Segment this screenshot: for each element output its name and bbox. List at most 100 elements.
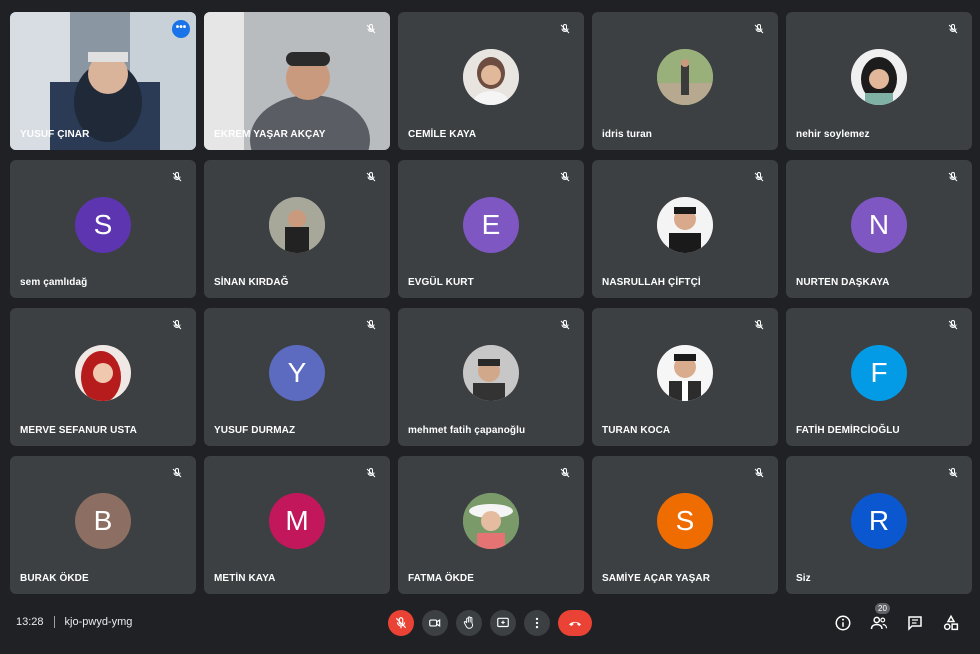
avatar bbox=[75, 345, 131, 401]
more-options-icon[interactable]: ••• bbox=[172, 20, 190, 38]
activities-button[interactable] bbox=[940, 612, 962, 634]
mic-off-icon bbox=[944, 20, 962, 38]
mic-off-icon bbox=[362, 20, 380, 38]
mic-off-icon bbox=[168, 464, 186, 482]
participant-tile[interactable]: MERVE SEFANUR USTA bbox=[10, 308, 196, 446]
hang-up-icon bbox=[569, 621, 581, 626]
participant-name: BURAK ÖKDE bbox=[20, 573, 89, 584]
participant-tile[interactable]: FATMA ÖKDE bbox=[398, 456, 584, 594]
end-call-button[interactable] bbox=[558, 610, 592, 636]
participant-name: FATİH DEMİRCİOĞLU bbox=[796, 425, 900, 436]
mic-off-icon bbox=[362, 168, 380, 186]
avatar bbox=[657, 197, 713, 253]
participant-tile[interactable]: E EVGÜL KURT bbox=[398, 160, 584, 298]
mic-off-icon bbox=[556, 168, 574, 186]
mic-off-icon bbox=[944, 316, 962, 334]
camera-toggle-button[interactable] bbox=[422, 610, 448, 636]
participant-tile[interactable]: N NURTEN DAŞKAYA bbox=[786, 160, 972, 298]
participant-name: MERVE SEFANUR USTA bbox=[20, 425, 138, 436]
chat-button[interactable] bbox=[904, 612, 926, 634]
participant-tile[interactable]: S sem çamlıdağ bbox=[10, 160, 196, 298]
mic-off-icon bbox=[168, 168, 186, 186]
avatar bbox=[657, 345, 713, 401]
present-icon bbox=[497, 617, 509, 628]
mic-off-icon bbox=[750, 316, 768, 334]
avatar bbox=[657, 49, 713, 105]
participant-tile[interactable]: TURAN KOCA bbox=[592, 308, 778, 446]
mic-off-icon bbox=[750, 168, 768, 186]
avatar-initial: F bbox=[851, 345, 907, 401]
avatar-initial: R bbox=[851, 493, 907, 549]
mic-off-icon bbox=[944, 168, 962, 186]
participant-tile[interactable]: Y YUSUF DURMAZ bbox=[204, 308, 390, 446]
participant-name: NURTEN DAŞKAYA bbox=[796, 277, 890, 288]
participant-name: EKREM YAŞAR AKÇAY bbox=[214, 129, 326, 140]
participant-name: TURAN KOCA bbox=[602, 425, 671, 436]
raise-hand-button[interactable] bbox=[456, 610, 482, 636]
mic-off-icon bbox=[556, 464, 574, 482]
participant-name: sem çamlıdağ bbox=[20, 277, 88, 288]
call-controls bbox=[388, 610, 592, 636]
avatar bbox=[463, 345, 519, 401]
meeting-info: 13:28 kjo-pwyd-ymg bbox=[16, 616, 132, 628]
more-options-button[interactable] bbox=[524, 610, 550, 636]
avatar-initial: E bbox=[463, 197, 519, 253]
participant-name: mehmet fatih çapanoğlu bbox=[408, 425, 526, 436]
camera-icon bbox=[429, 619, 441, 627]
participant-tile[interactable]: NASRULLAH ÇİFTÇİ bbox=[592, 160, 778, 298]
participant-tile[interactable]: mehmet fatih çapanoğlu bbox=[398, 308, 584, 446]
participant-name: YUSUF DURMAZ bbox=[214, 425, 296, 436]
mic-off-icon bbox=[556, 316, 574, 334]
meeting-time: 13:28 bbox=[16, 616, 44, 628]
participant-tile[interactable]: nehir soylemez bbox=[786, 12, 972, 150]
present-screen-button[interactable] bbox=[490, 610, 516, 636]
participant-tile[interactable]: ••• YUSUF ÇINAR bbox=[10, 12, 196, 150]
mic-off-icon bbox=[168, 316, 186, 334]
avatar-initial: S bbox=[75, 197, 131, 253]
participant-grid: ••• YUSUF ÇINAR EKREM YAŞAR AKÇAY CEMİLE… bbox=[10, 12, 972, 594]
hand-icon bbox=[463, 616, 473, 629]
participant-tile[interactable]: idris turan bbox=[592, 12, 778, 150]
mic-off-icon bbox=[362, 316, 380, 334]
participant-name: idris turan bbox=[602, 129, 652, 140]
avatar-initial: M bbox=[269, 493, 325, 549]
mic-off-icon bbox=[395, 617, 407, 629]
activities-icon bbox=[943, 614, 959, 631]
side-panel-toggles: 20 bbox=[832, 603, 962, 634]
participant-name: NASRULLAH ÇİFTÇİ bbox=[602, 277, 701, 288]
avatar bbox=[463, 49, 519, 105]
avatar-initial: Y bbox=[269, 345, 325, 401]
info-icon bbox=[835, 615, 851, 631]
mic-off-icon bbox=[750, 20, 768, 38]
people-icon bbox=[870, 616, 888, 630]
participant-tile[interactable]: SİNAN KIRDAĞ bbox=[204, 160, 390, 298]
people-button[interactable]: 20 bbox=[868, 603, 890, 634]
avatar bbox=[851, 49, 907, 105]
participant-name: FATMA ÖKDE bbox=[408, 573, 474, 584]
participant-name: SİNAN KIRDAĞ bbox=[214, 277, 289, 288]
meeting-details-button[interactable] bbox=[832, 612, 854, 634]
avatar bbox=[463, 493, 519, 549]
participant-tile[interactable]: B BURAK ÖKDE bbox=[10, 456, 196, 594]
participant-tile[interactable]: S SAMİYE AÇAR YAŞAR bbox=[592, 456, 778, 594]
meeting-code[interactable]: kjo-pwyd-ymg bbox=[65, 616, 133, 628]
participant-name: YUSUF ÇINAR bbox=[20, 129, 90, 140]
more-vertical-icon bbox=[535, 617, 539, 629]
participant-name: EVGÜL KURT bbox=[408, 277, 474, 288]
participant-name: METİN KAYA bbox=[214, 573, 276, 584]
participant-name: Siz bbox=[796, 573, 811, 584]
avatar bbox=[269, 197, 325, 253]
mic-off-icon bbox=[944, 464, 962, 482]
avatar-initial: S bbox=[657, 493, 713, 549]
avatar-initial: B bbox=[75, 493, 131, 549]
participant-name: CEMİLE KAYA bbox=[408, 129, 477, 140]
participant-name: SAMİYE AÇAR YAŞAR bbox=[602, 573, 711, 584]
participant-tile[interactable]: M METİN KAYA bbox=[204, 456, 390, 594]
participant-tile[interactable]: EKREM YAŞAR AKÇAY bbox=[204, 12, 390, 150]
divider bbox=[53, 616, 55, 628]
mic-toggle-button[interactable] bbox=[388, 610, 414, 636]
participant-tile-self[interactable]: R Siz bbox=[786, 456, 972, 594]
participant-tile[interactable]: F FATİH DEMİRCİOĞLU bbox=[786, 308, 972, 446]
participant-tile[interactable]: CEMİLE KAYA bbox=[398, 12, 584, 150]
chat-icon bbox=[908, 616, 922, 631]
